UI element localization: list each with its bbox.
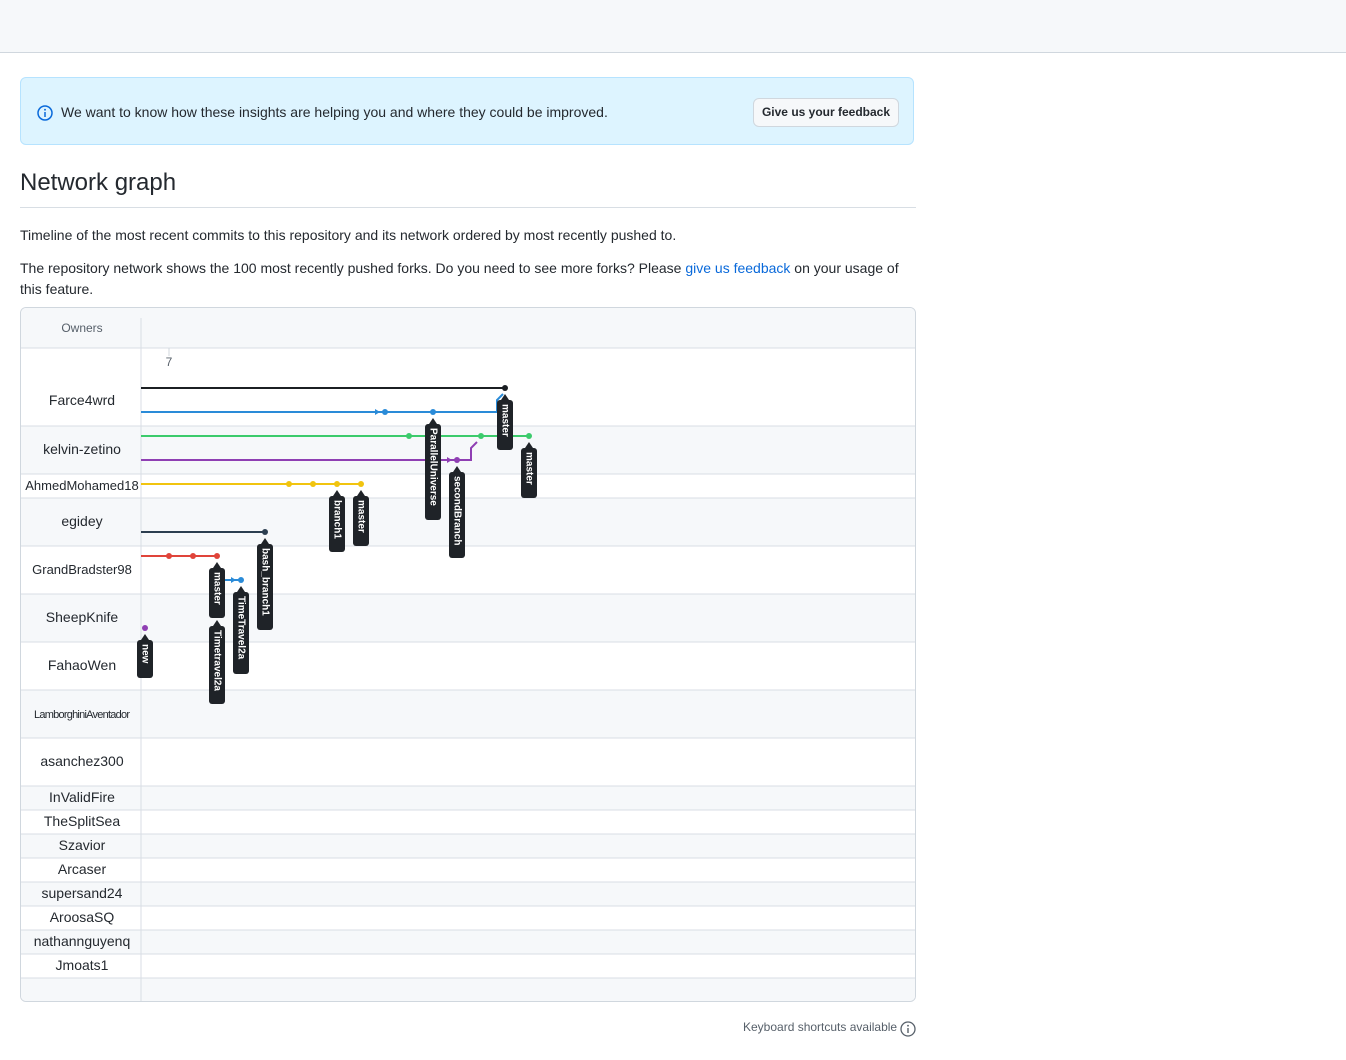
owner-name[interactable]: LamborghiniAventador bbox=[34, 709, 130, 721]
network-graph-canvas[interactable]: Owners 7 Farce4wrd kelvin-zetino AhmedMohame… bbox=[21, 308, 916, 1002]
commit-dot[interactable] bbox=[262, 529, 268, 535]
commit-dot[interactable] bbox=[286, 481, 292, 487]
commit-dot[interactable] bbox=[166, 553, 172, 559]
owner-row bbox=[21, 642, 915, 690]
commit-dot[interactable] bbox=[142, 625, 148, 631]
commit-dot[interactable] bbox=[502, 385, 508, 391]
owner-name[interactable]: nathannguyenq bbox=[34, 933, 131, 949]
owner-row bbox=[21, 810, 915, 834]
commit-dot[interactable] bbox=[526, 433, 532, 439]
owner-name[interactable]: Arcaser bbox=[58, 861, 107, 877]
owner-name[interactable]: TheSplitSea bbox=[44, 813, 120, 829]
owner-name[interactable]: kelvin-zetino bbox=[43, 441, 121, 457]
commit-dot[interactable] bbox=[430, 409, 436, 415]
owner-row bbox=[21, 858, 915, 882]
forks-note-text: The repository network shows the 100 mos… bbox=[20, 260, 686, 276]
owner-row bbox=[21, 954, 915, 978]
owner-name[interactable]: AroosaSQ bbox=[50, 909, 115, 925]
branch-label-text[interactable]: secondBranch bbox=[451, 476, 462, 545]
branch-label-text[interactable]: master bbox=[355, 500, 366, 533]
commit-dot[interactable] bbox=[214, 553, 220, 559]
branch-label-text[interactable]: master bbox=[499, 404, 510, 437]
branch-label-text[interactable]: TimeTravel2a bbox=[235, 596, 246, 660]
owner-name[interactable]: Szavior bbox=[59, 837, 106, 853]
owner-name[interactable]: asanchez300 bbox=[40, 753, 124, 769]
commit-dot[interactable] bbox=[382, 409, 388, 415]
page-title: Network graph bbox=[20, 169, 177, 196]
title-divider bbox=[20, 207, 916, 208]
feedback-banner: We want to know how these insights are h… bbox=[20, 77, 914, 145]
owner-row bbox=[21, 738, 915, 786]
commit-dot[interactable] bbox=[406, 433, 412, 439]
branch-label-text[interactable]: ParallelUniverse bbox=[427, 428, 438, 506]
owner-name[interactable]: InValidFire bbox=[49, 789, 115, 805]
owners-header: Owners bbox=[61, 321, 102, 335]
branch-label-text[interactable]: master bbox=[211, 572, 222, 605]
owner-row bbox=[21, 906, 915, 930]
owners-header-row bbox=[21, 308, 915, 348]
owner-row bbox=[21, 930, 915, 954]
branch-label-text[interactable]: master bbox=[523, 452, 534, 485]
owner-row bbox=[21, 474, 915, 498]
branch-label-text[interactable]: branch1 bbox=[331, 500, 342, 539]
commit-dot[interactable] bbox=[190, 553, 196, 559]
branch-label-text[interactable]: Timetravel2a bbox=[211, 630, 222, 691]
owner-row bbox=[21, 690, 915, 738]
info-icon[interactable] bbox=[900, 1021, 916, 1037]
owner-row bbox=[21, 882, 915, 906]
owner-row bbox=[21, 546, 915, 594]
commit-dot[interactable] bbox=[358, 481, 364, 487]
page-description: Timeline of the most recent commits to t… bbox=[20, 227, 677, 243]
owner-row bbox=[21, 594, 915, 642]
network-graph[interactable]: Owners 7 Farce4wrd kelvin-zetino AhmedMohame… bbox=[20, 307, 916, 1002]
branch-label-text[interactable]: bash_branch1 bbox=[259, 548, 270, 616]
owner-name[interactable]: egidey bbox=[61, 513, 102, 529]
owner-name[interactable]: FahaoWen bbox=[48, 657, 116, 673]
give-feedback-button[interactable]: Give us your feedback bbox=[753, 98, 899, 127]
owner-name[interactable]: Jmoats1 bbox=[56, 957, 109, 973]
owner-row bbox=[21, 786, 915, 810]
commit-dot[interactable] bbox=[334, 481, 340, 487]
owner-name[interactable]: supersand24 bbox=[42, 885, 123, 901]
top-header-bar bbox=[0, 0, 1346, 53]
commit-dot[interactable] bbox=[310, 481, 316, 487]
commit-dot[interactable] bbox=[238, 577, 244, 583]
info-icon bbox=[37, 105, 53, 121]
date-label: 7 bbox=[166, 355, 173, 369]
owner-name[interactable]: GrandBradster98 bbox=[32, 562, 132, 577]
owner-name[interactable]: SheepKnife bbox=[46, 609, 119, 625]
owner-row bbox=[21, 978, 915, 1001]
commit-dot[interactable] bbox=[478, 433, 484, 439]
owner-name[interactable]: Farce4wrd bbox=[49, 392, 115, 408]
owner-row bbox=[21, 834, 915, 858]
owner-row bbox=[21, 498, 915, 546]
give-us-feedback-link[interactable]: give us feedback bbox=[685, 260, 790, 276]
owner-name[interactable]: AhmedMohamed18 bbox=[25, 478, 138, 493]
forks-note: The repository network shows the 100 mos… bbox=[20, 258, 916, 300]
banner-message: We want to know how these insights are h… bbox=[61, 104, 608, 120]
owner-row bbox=[21, 426, 915, 474]
keyboard-shortcuts-text[interactable]: Keyboard shortcuts available bbox=[743, 1020, 897, 1034]
branch-label-text[interactable]: new bbox=[139, 644, 150, 664]
